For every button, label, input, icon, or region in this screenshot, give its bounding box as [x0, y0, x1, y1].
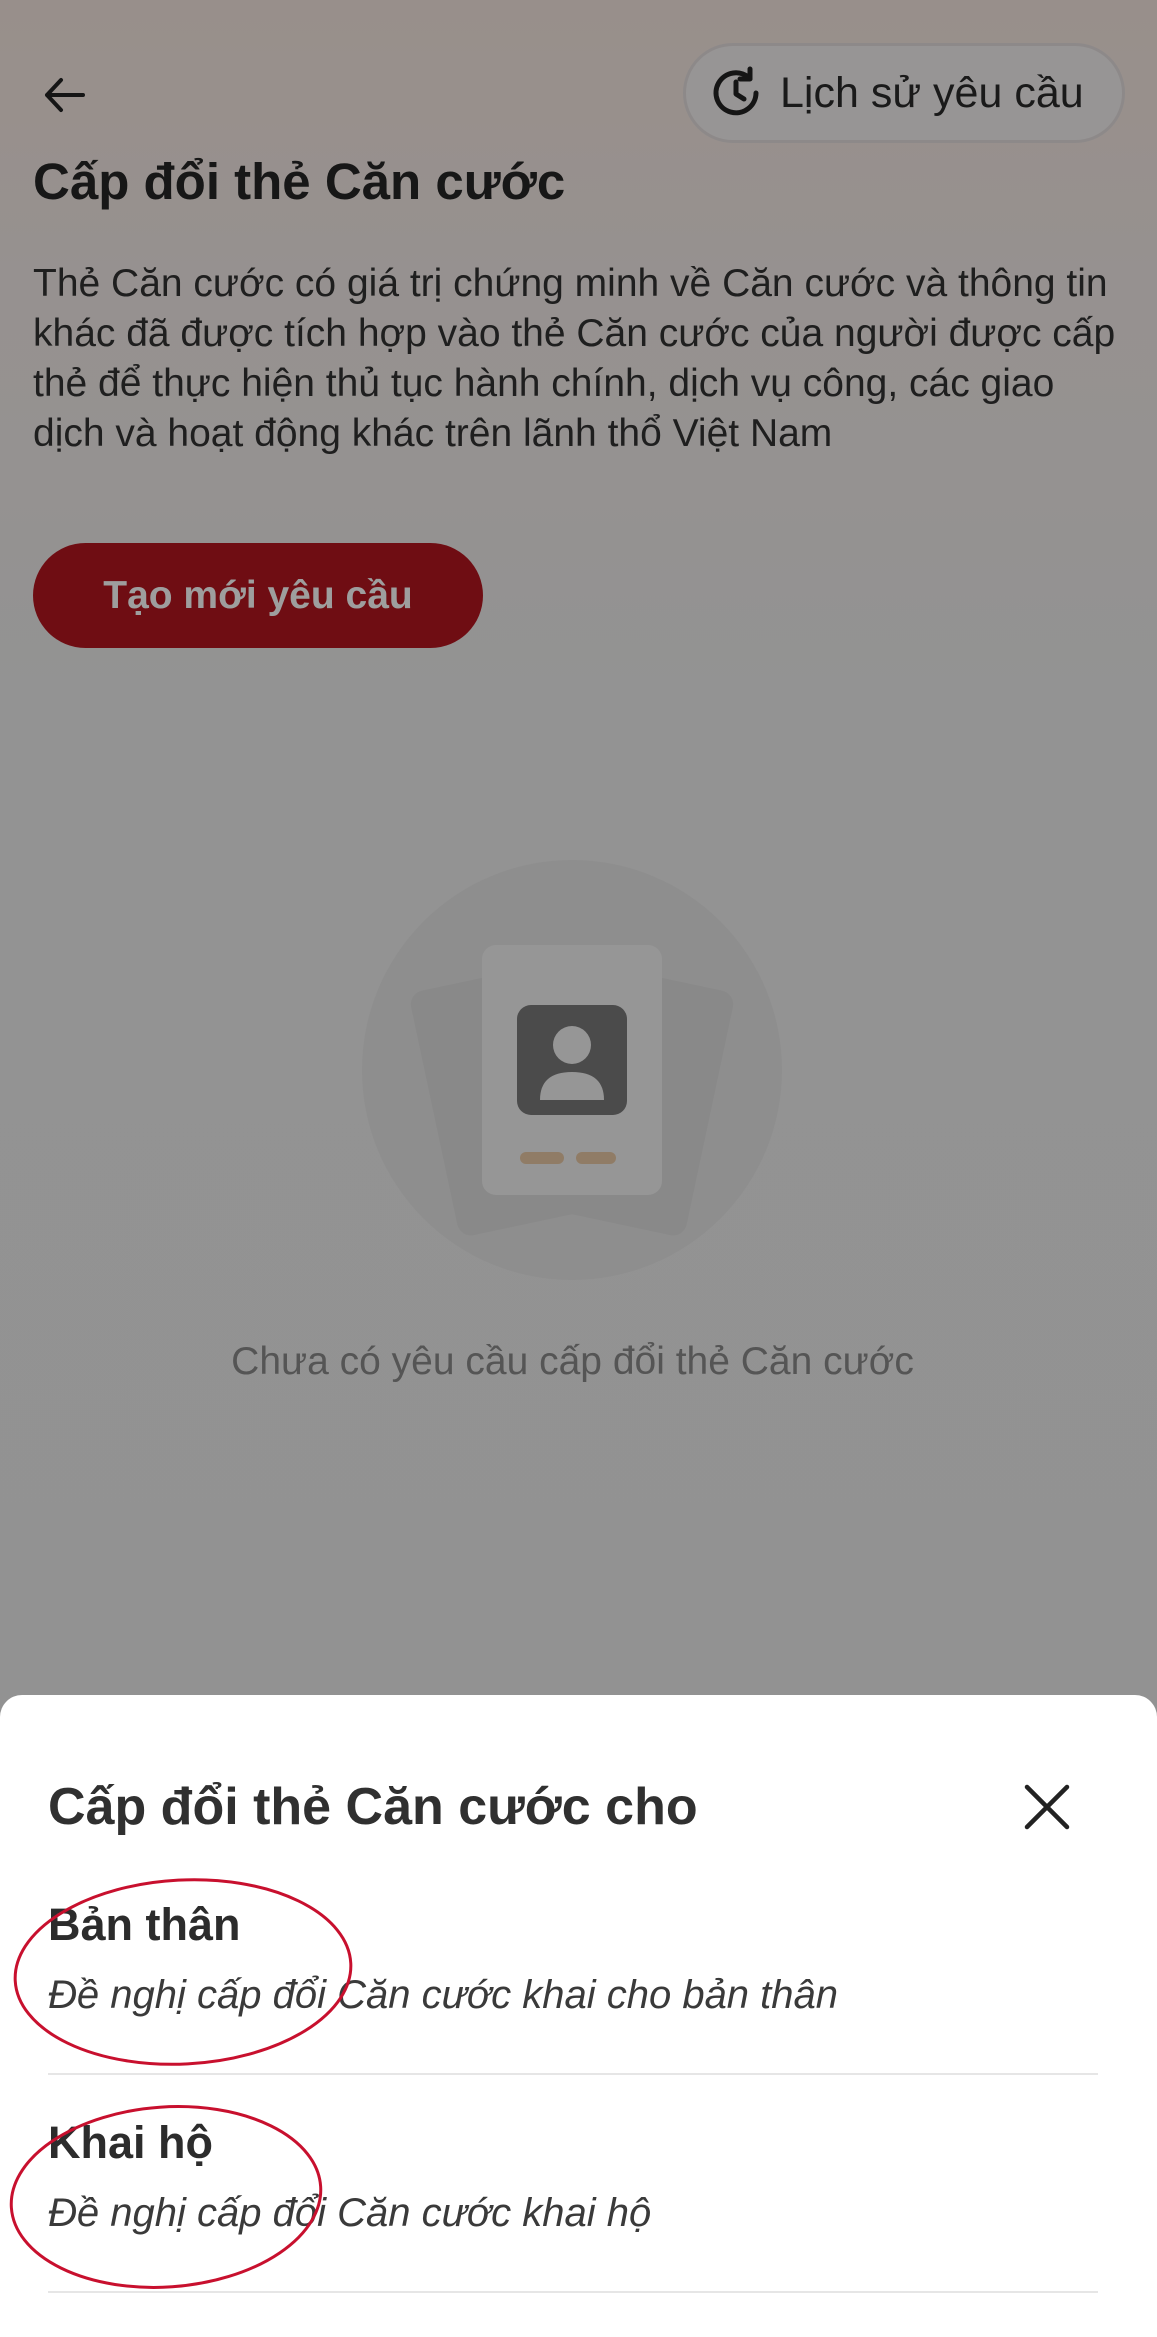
option-label: Bản thân [48, 1899, 241, 1950]
option-label: Khai hộ [48, 2117, 213, 2168]
bottom-sheet: Cấp đổi thẻ Căn cước cho Bản thân Đề ngh… [0, 1695, 1157, 2337]
sheet-title: Cấp đổi thẻ Căn cước cho [48, 1778, 698, 1836]
option-description: Đề nghị cấp đổi Căn cước khai hộ [48, 2191, 652, 2235]
option-on-behalf[interactable]: Khai hộ Đề nghị cấp đổi Căn cước khai hộ [48, 2083, 1098, 2293]
close-button[interactable] [1010, 1770, 1084, 1844]
option-self[interactable]: Bản thân Đề nghị cấp đổi Căn cước khai c… [48, 1865, 1098, 2075]
option-description: Đề nghị cấp đổi Căn cước khai cho bản th… [48, 1973, 839, 2017]
close-icon [1024, 1784, 1070, 1830]
